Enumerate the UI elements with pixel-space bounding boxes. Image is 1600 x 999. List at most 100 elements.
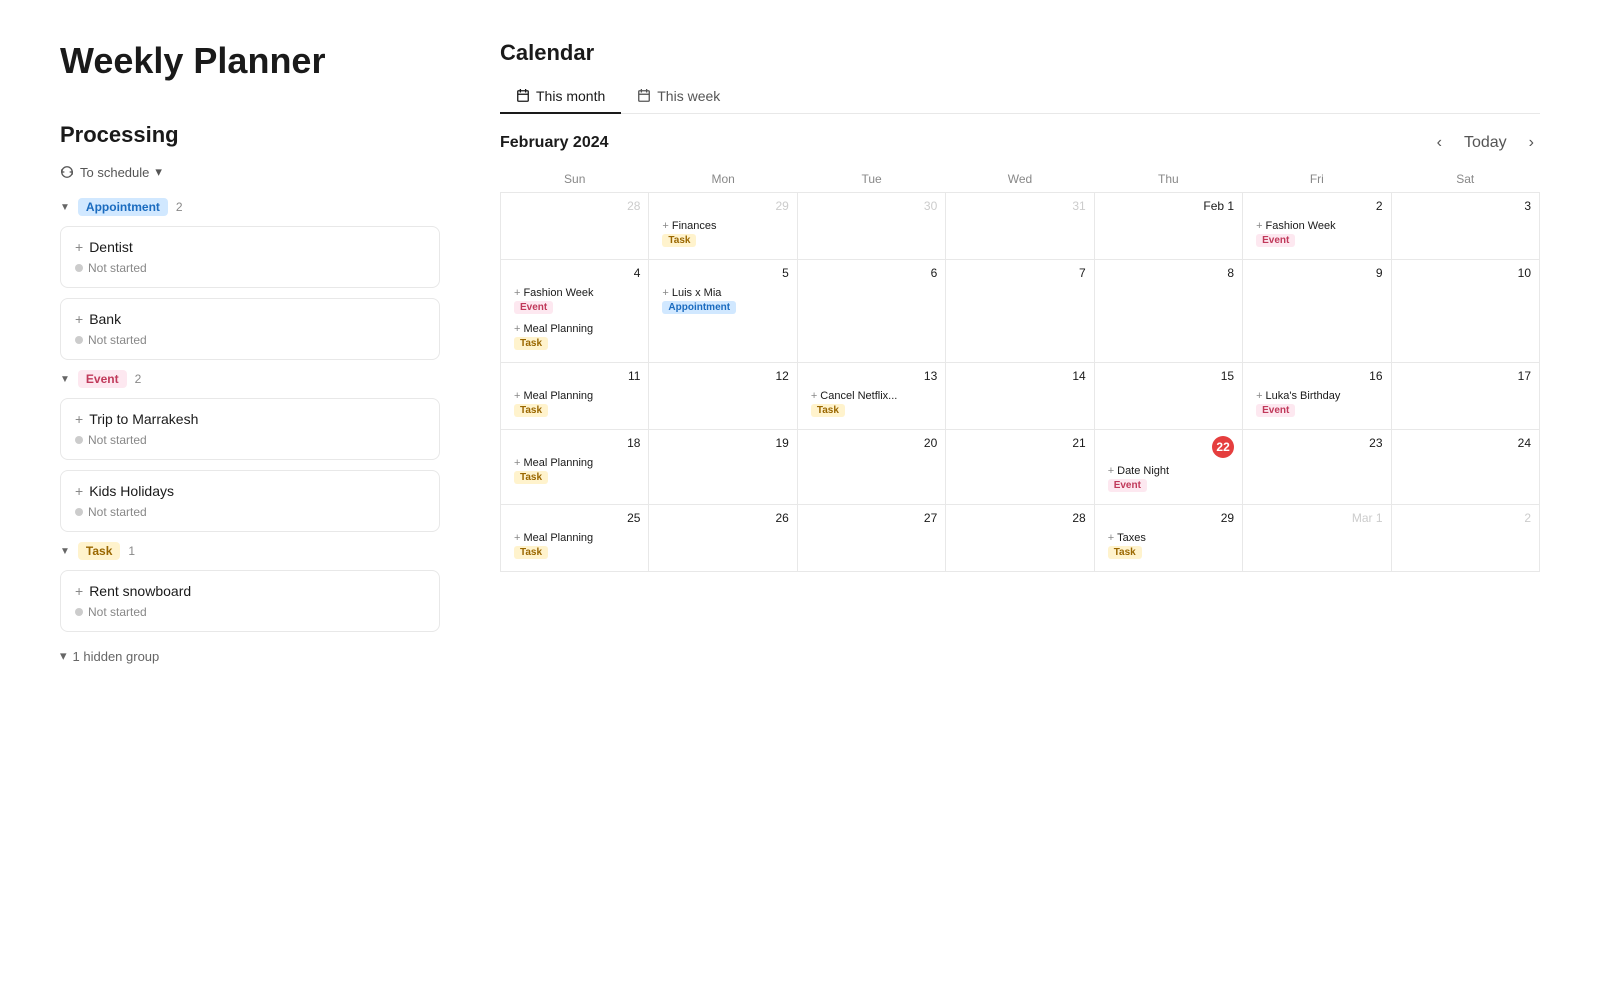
cell-date: 21 — [954, 436, 1085, 450]
group-header-event[interactable]: ▼ Event 2 — [60, 370, 440, 388]
group-header-task[interactable]: ▼ Task 1 — [60, 542, 440, 560]
tab-this-month[interactable]: This month — [500, 80, 621, 114]
calendar-event[interactable]: + Fashion Week Event — [509, 284, 640, 317]
event-title: + Luis x Mia — [662, 287, 783, 299]
calendar-cell[interactable]: 6 — [797, 260, 945, 363]
calendar-event[interactable]: + Meal Planning Task — [509, 387, 640, 420]
event-name: Luis x Mia — [672, 287, 722, 299]
calendar-cell[interactable]: 8 — [1094, 260, 1242, 363]
status-dot-icon — [75, 336, 83, 344]
processing-title: Processing — [60, 122, 440, 148]
calendar-cell[interactable]: 24 — [1391, 430, 1539, 505]
calendar-event[interactable]: + Luis x Mia Appointment — [657, 284, 788, 317]
group-header-appointment[interactable]: ▼ Appointment 2 — [60, 198, 440, 216]
collapse-icon: ▼ — [60, 374, 70, 385]
calendar-cell[interactable]: 9 — [1243, 260, 1391, 363]
calendar-event[interactable]: + Meal Planning Task — [509, 529, 640, 562]
calendar-event[interactable]: + Finances Task — [657, 217, 788, 250]
today-button[interactable]: Today — [1458, 132, 1513, 154]
calendar-cell[interactable]: 14 — [946, 363, 1094, 430]
calendar-cell[interactable]: 4 + Fashion Week Event + Meal Planning T… — [501, 260, 649, 363]
calendar-week-row: 11 + Meal Planning Task 1213 + Cancel Ne… — [501, 363, 1540, 430]
calendar-cell[interactable]: 17 — [1391, 363, 1539, 430]
add-icon: + — [662, 287, 668, 299]
calendar-cell[interactable]: 19 — [649, 430, 797, 505]
calendar-cell[interactable]: 30 — [797, 193, 945, 260]
day-header: Sun — [501, 166, 649, 193]
calendar-cell[interactable]: Feb 1 — [1094, 193, 1242, 260]
hidden-group-toggle[interactable]: ▾ 1 hidden group — [60, 648, 440, 664]
calendar-event[interactable]: + Meal Planning Task — [509, 320, 640, 353]
calendar-cell[interactable]: 26 — [649, 505, 797, 572]
event-name: Luka's Birthday — [1266, 390, 1341, 402]
calendar-event[interactable]: + Date Night Event — [1103, 462, 1234, 495]
calendar-event[interactable]: + Fashion Week Event — [1251, 217, 1382, 250]
calendar-tabs: This month This week — [500, 80, 1540, 114]
calendar-cell[interactable]: 13 + Cancel Netflix... Task — [797, 363, 945, 430]
calendar-cell[interactable]: 11 + Meal Planning Task — [501, 363, 649, 430]
cell-date: 6 — [806, 266, 937, 280]
calendar-cell[interactable]: Mar 1 — [1243, 505, 1391, 572]
calendar-cell[interactable]: 2 + Fashion Week Event — [1243, 193, 1391, 260]
calendar-cell[interactable]: 12 — [649, 363, 797, 430]
event-name: Taxes — [1117, 532, 1146, 544]
cell-date: 16 — [1251, 369, 1382, 383]
calendar-event[interactable]: + Luka's Birthday Event — [1251, 387, 1382, 420]
event-tag: Appointment — [662, 301, 736, 314]
cell-date: 26 — [657, 511, 788, 525]
calendar-cell[interactable]: 10 — [1391, 260, 1539, 363]
calendar-event[interactable]: + Meal Planning Task — [509, 454, 640, 487]
calendar-cell[interactable]: 31 — [946, 193, 1094, 260]
task-status: Not started — [75, 433, 425, 447]
calendar-cell[interactable]: 28 — [946, 505, 1094, 572]
calendar-cell[interactable]: 3 — [1391, 193, 1539, 260]
chevron-down-icon: ▾ — [60, 648, 67, 664]
add-icon: + — [1256, 390, 1262, 402]
add-icon[interactable]: + — [75, 483, 83, 499]
calendar-event[interactable]: + Taxes Task — [1103, 529, 1234, 562]
add-icon[interactable]: + — [75, 311, 83, 327]
calendar-cell[interactable]: 28 — [501, 193, 649, 260]
calendar-cell[interactable]: 21 — [946, 430, 1094, 505]
task-card: + Kids Holidays Not started — [60, 470, 440, 532]
calendar-cell[interactable]: 29 + Taxes Task — [1094, 505, 1242, 572]
cell-date: 29 — [1103, 511, 1234, 525]
add-icon[interactable]: + — [75, 411, 83, 427]
task-title: + Dentist — [75, 239, 425, 255]
calendar-cell[interactable]: 25 + Meal Planning Task — [501, 505, 649, 572]
calendar-cell[interactable]: 29 + Finances Task — [649, 193, 797, 260]
calendar-cell[interactable]: 5 + Luis x Mia Appointment — [649, 260, 797, 363]
calendar-cell[interactable]: 22 + Date Night Event — [1094, 430, 1242, 505]
day-header: Tue — [797, 166, 945, 193]
calendar-cell[interactable]: 27 — [797, 505, 945, 572]
cell-date: 28 — [954, 511, 1085, 525]
prev-month-button[interactable]: ‹ — [1431, 132, 1448, 154]
add-icon[interactable]: + — [75, 239, 83, 255]
calendar-cell[interactable]: 23 — [1243, 430, 1391, 505]
event-tag: Event — [1256, 404, 1295, 417]
add-icon: + — [1108, 465, 1114, 477]
calendar-cell[interactable]: 15 — [1094, 363, 1242, 430]
calendar-cell[interactable]: 2 — [1391, 505, 1539, 572]
today-indicator: 22 — [1212, 436, 1234, 458]
task-name: Rent snowboard — [89, 583, 191, 599]
tab-this-week[interactable]: This week — [621, 80, 736, 114]
event-tag: Task — [514, 337, 548, 350]
calendar-week-row: 18 + Meal Planning Task 1920 21 22 + Date … — [501, 430, 1540, 505]
group-count-appointment: 2 — [176, 200, 183, 214]
calendar-cell[interactable]: 7 — [946, 260, 1094, 363]
schedule-toggle[interactable]: To schedule ▾ — [60, 164, 440, 180]
calendar-cell[interactable]: 18 + Meal Planning Task — [501, 430, 649, 505]
calendar-cell[interactable]: 16 + Luka's Birthday Event — [1243, 363, 1391, 430]
task-card: + Bank Not started — [60, 298, 440, 360]
task-title: + Kids Holidays — [75, 483, 425, 499]
calendar-cell[interactable]: 20 — [797, 430, 945, 505]
next-month-button[interactable]: › — [1523, 132, 1540, 154]
cell-date: 8 — [1103, 266, 1234, 280]
cell-date: 23 — [1251, 436, 1382, 450]
cell-date: 14 — [954, 369, 1085, 383]
group-appointment: ▼ Appointment 2 + Dentist Not started + … — [60, 198, 440, 360]
cell-date: Feb 1 — [1103, 199, 1234, 213]
add-icon[interactable]: + — [75, 583, 83, 599]
calendar-event[interactable]: + Cancel Netflix... Task — [806, 387, 937, 420]
